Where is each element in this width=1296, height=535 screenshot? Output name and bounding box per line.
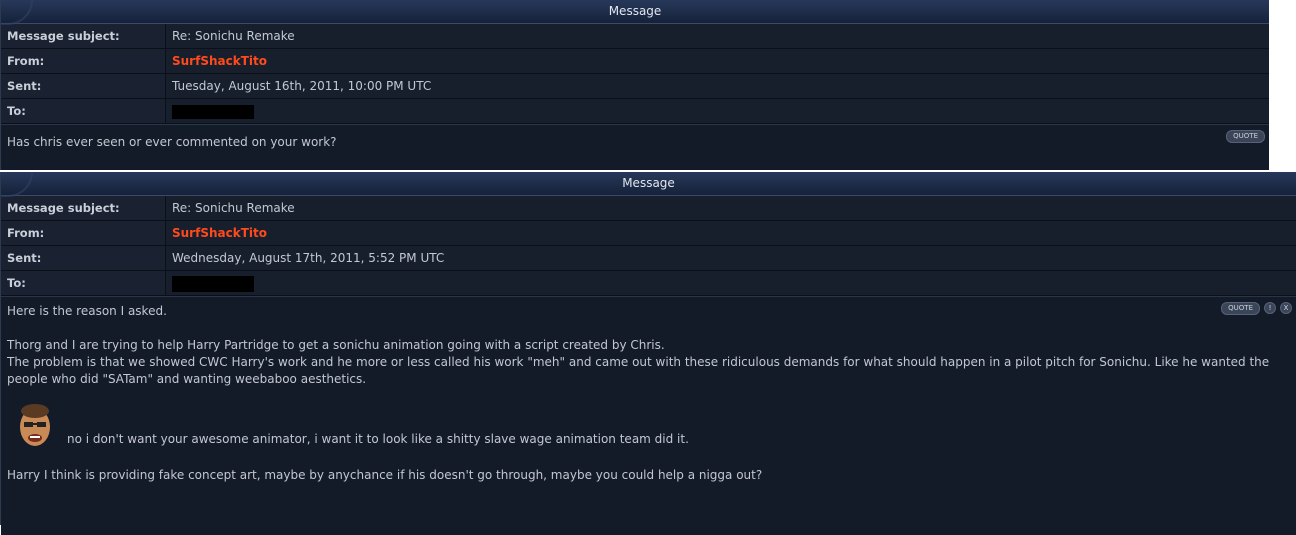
message-header-title: Message [622, 176, 675, 190]
from-label: From: [1, 221, 166, 245]
from-username-link[interactable]: SurfShackTito [172, 226, 267, 240]
sent-label: Sent: [1, 246, 166, 270]
subject-row: Message subject: Re: Sonichu Remake [1, 24, 1269, 49]
quote-button[interactable]: QUOTE [1226, 130, 1265, 143]
face-emoticon-icon [15, 402, 55, 450]
to-row: To: [1, 271, 1296, 296]
to-label: To: [1, 271, 166, 295]
report-icon[interactable]: ! [1264, 302, 1276, 314]
from-row: From: SurfShackTito [1, 49, 1269, 74]
subject-value: Re: Sonichu Remake [172, 29, 295, 43]
from-username-link[interactable]: SurfShackTito [172, 54, 267, 68]
message-header: Message [1, 0, 1269, 25]
emoticon-line: no i don't want your awesome animator, i… [7, 402, 1290, 450]
message-panel-2: Message Message subject: Re: Sonichu Rem… [0, 172, 1296, 535]
subject-value: Re: Sonichu Remake [172, 201, 295, 215]
header-swirl-icon [1, 172, 33, 197]
sent-row: Sent: Tuesday, August 16th, 2011, 10:00 … [1, 74, 1269, 99]
body-line: Here is the reason I asked. [7, 304, 167, 318]
sent-label: Sent: [1, 74, 166, 98]
message-body: QUOTE ! X Here is the reason I asked. Th… [1, 296, 1296, 535]
message-header-title: Message [608, 4, 662, 18]
message-header: Message [1, 172, 1296, 197]
body-line: Harry I think is providing fake concept … [7, 468, 763, 482]
message-body: QUOTE Has chris ever seen or ever commen… [1, 124, 1269, 170]
subject-label: Message subject: [1, 196, 166, 220]
sent-value: Wednesday, August 17th, 2011, 5:52 PM UT… [172, 251, 445, 265]
body-line: Has chris ever seen or ever commented on… [7, 135, 337, 149]
from-row: From: SurfShackTito [1, 221, 1296, 246]
body-line: no i don't want your awesome animator, i… [67, 432, 689, 446]
sent-value: Tuesday, August 16th, 2011, 10:00 PM UTC [172, 79, 432, 93]
message-panel-1: Message Message subject: Re: Sonichu Rem… [0, 0, 1269, 170]
header-swirl-icon [1, 0, 33, 25]
sent-row: Sent: Wednesday, August 17th, 2011, 5:52… [1, 246, 1296, 271]
quote-button[interactable]: QUOTE [1221, 302, 1260, 315]
subject-row: Message subject: Re: Sonichu Remake [1, 196, 1296, 221]
to-redacted-block [172, 104, 254, 119]
to-label: To: [1, 99, 166, 123]
body-line: The problem is that we showed CWC Harry'… [7, 355, 1270, 386]
to-row: To: [1, 99, 1269, 124]
body-line: Thorg and I are trying to help Harry Par… [7, 338, 665, 352]
from-label: From: [1, 49, 166, 73]
delete-icon[interactable]: X [1280, 302, 1292, 314]
to-redacted-block [172, 275, 254, 292]
subject-label: Message subject: [1, 24, 166, 48]
